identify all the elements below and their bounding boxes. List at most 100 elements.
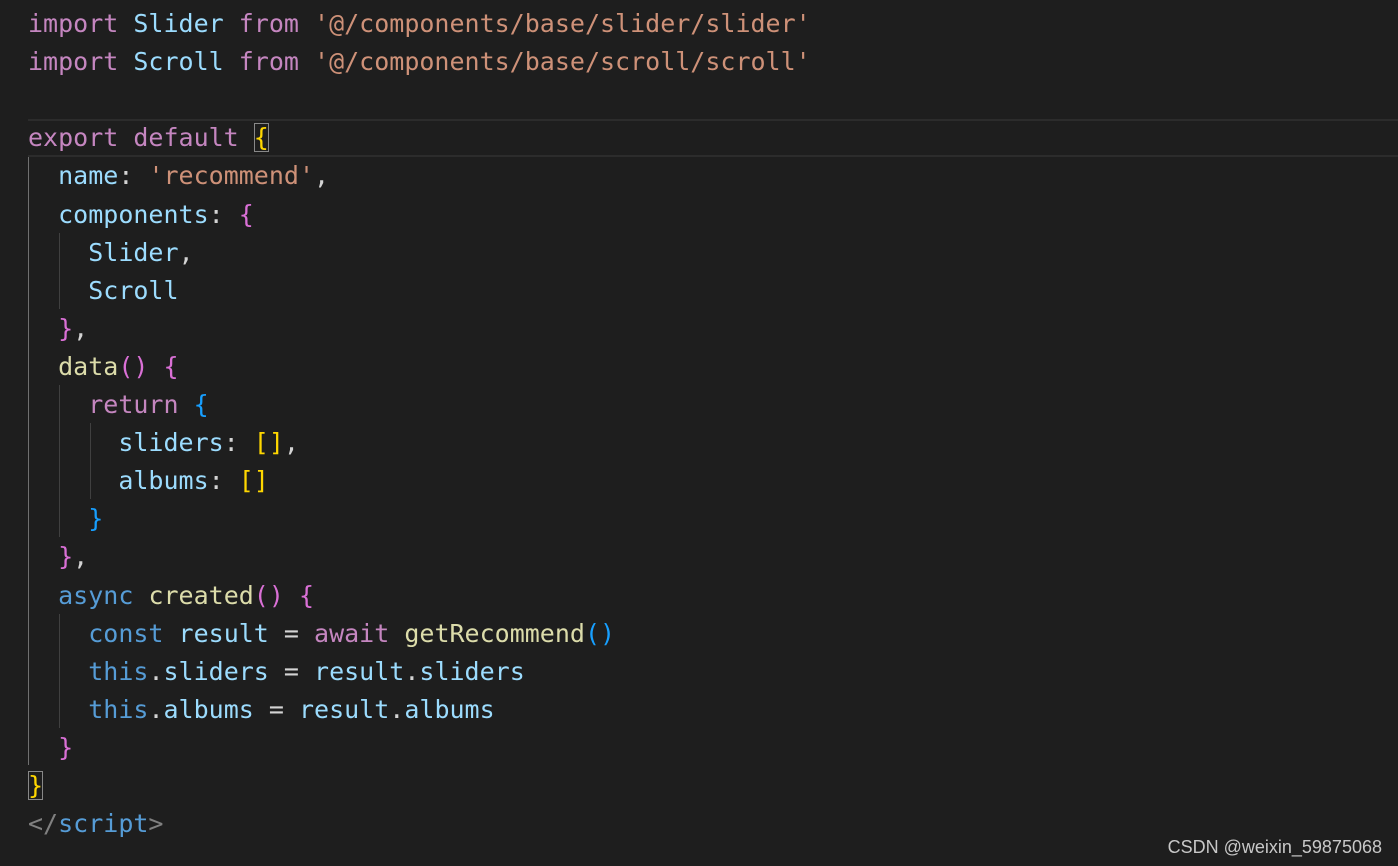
code-line[interactable]: } <box>28 500 103 538</box>
code-token: await <box>314 618 390 648</box>
code-token: () <box>118 351 149 381</box>
code-token: } <box>58 313 74 343</box>
code-token: } <box>58 732 74 762</box>
code-token: { <box>193 390 209 419</box>
code-token: const <box>88 618 164 648</box>
code-token: = <box>268 656 315 686</box>
code-token: { <box>163 351 179 381</box>
code-line[interactable]: return { <box>28 386 209 424</box>
code-token: name <box>58 161 119 191</box>
code-line[interactable]: Scroll <box>28 272 179 310</box>
code-token: result <box>298 694 390 724</box>
code-token: () <box>253 580 284 610</box>
code-line[interactable]: sliders: [], <box>28 424 299 462</box>
code-line[interactable]: albums: [] <box>28 462 269 500</box>
code-line[interactable]: </script> <box>28 805 163 843</box>
code-token: sliders <box>163 656 269 686</box>
code-token: Slider <box>88 237 179 267</box>
code-line[interactable]: Slider, <box>28 234 194 272</box>
code-token: '@/components/base/slider/slider' <box>314 9 811 38</box>
code-line[interactable]: data() { <box>28 348 179 386</box>
code-token: : <box>223 428 254 458</box>
code-token: '@/components/base/scroll/scroll' <box>314 47 811 77</box>
code-token: from <box>238 47 299 77</box>
code-token: default <box>133 123 239 153</box>
code-token: () <box>584 618 616 648</box>
code-line[interactable]: import Scroll from '@/components/base/sc… <box>28 43 811 81</box>
code-token: . <box>148 694 164 724</box>
code-token: import <box>28 9 134 38</box>
code-line[interactable]: const result = await getRecommend() <box>28 615 615 653</box>
code-line[interactable]: components: { <box>28 196 254 234</box>
code-token: = <box>268 618 315 648</box>
code-token: this <box>88 656 149 686</box>
code-line[interactable]: this.albums = result.albums <box>28 691 495 729</box>
code-token: data <box>58 351 119 381</box>
code-token: albums <box>404 694 495 724</box>
code-token: Scroll <box>133 47 224 77</box>
code-token: </ <box>28 809 59 839</box>
code-token: , <box>283 428 299 458</box>
code-token: Scroll <box>88 275 179 305</box>
code-token: : <box>208 466 239 496</box>
code-line[interactable]: name: 'recommend', <box>28 157 329 195</box>
watermark: CSDN @weixin_59875068 <box>1167 837 1382 857</box>
code-line[interactable]: export default { <box>28 119 269 157</box>
code-token: sliders <box>118 428 224 458</box>
code-line[interactable]: }, <box>28 310 88 348</box>
code-token: , <box>73 542 89 572</box>
code-token: 'recommend' <box>148 161 315 191</box>
code-token: { <box>238 199 254 229</box>
code-token: Slider <box>133 9 224 38</box>
code-token: , <box>178 237 194 267</box>
code-token: [] <box>238 466 269 496</box>
code-token: components <box>58 199 209 229</box>
code-token: . <box>148 656 164 686</box>
code-token: return <box>88 390 179 419</box>
code-token: import <box>28 47 134 77</box>
code-token: { <box>298 580 315 610</box>
code-line[interactable]: import Slider from '@/components/base/sl… <box>28 5 811 43</box>
code-token: = <box>253 694 299 724</box>
code-token: created <box>148 580 254 610</box>
code-token: this <box>88 694 149 724</box>
code-line[interactable]: }, <box>28 538 88 576</box>
code-line[interactable]: async created() { <box>28 577 314 615</box>
code-token: > <box>148 809 164 839</box>
code-token: : <box>208 199 239 229</box>
code-token: [] <box>253 428 284 458</box>
code-token: albums <box>163 694 254 724</box>
code-editor[interactable]: import Slider from '@/components/base/sl… <box>0 0 1398 866</box>
code-token: . <box>389 694 405 724</box>
code-token: , <box>314 161 330 191</box>
code-line[interactable]: } <box>28 767 44 805</box>
code-token: export <box>28 123 134 153</box>
code-token: getRecommend <box>404 618 585 648</box>
code-line[interactable]: this.sliders = result.sliders <box>28 653 525 691</box>
code-line[interactable]: } <box>28 729 73 767</box>
code-token: sliders <box>419 656 525 686</box>
code-token: result <box>314 656 405 686</box>
